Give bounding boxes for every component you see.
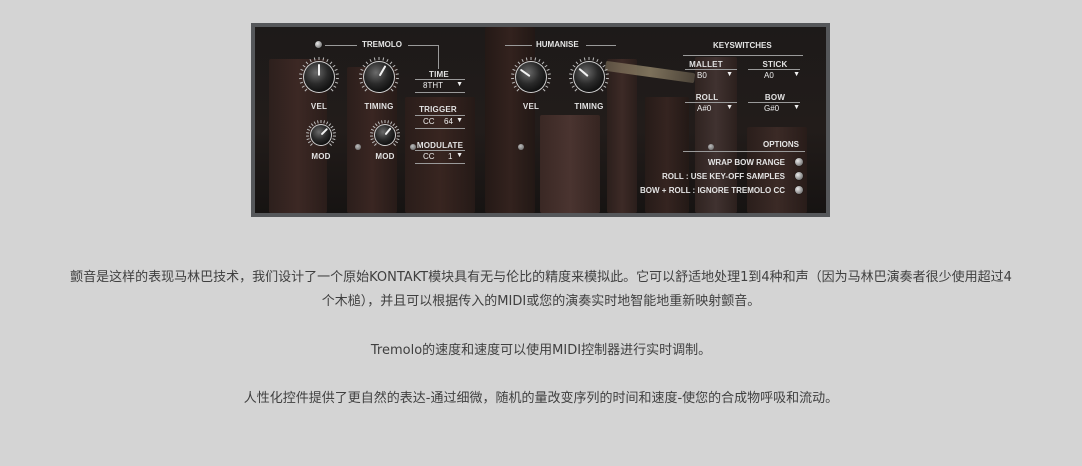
option-roll-key-off-toggle[interactable]	[795, 172, 803, 180]
humanise-vel-label: VEL	[522, 102, 540, 111]
chevron-down-icon: ▼	[456, 117, 463, 124]
description-line: 个木槌），并且可以根据传入的MIDI或您的演奏实时地智能地重新映射颤音。	[321, 294, 761, 309]
mallet-dropdown[interactable]: B0 ▼	[693, 70, 735, 82]
modulate-value: 1	[448, 152, 453, 161]
bow-dropdown[interactable]: G#0 ▼	[760, 103, 802, 115]
screw-icon	[708, 144, 714, 150]
modulate-dropdown[interactable]: CC 1 ▼	[415, 151, 465, 163]
tremolo-bracket-line	[408, 45, 438, 46]
tremolo-power-led[interactable]	[315, 41, 322, 48]
marimba-bar-image	[645, 97, 689, 213]
bow-label: BOW	[764, 93, 786, 102]
chevron-down-icon: ▼	[456, 81, 463, 88]
screw-icon	[355, 144, 361, 150]
tremolo-timing-label: TIMING	[364, 102, 394, 111]
tremolo-mod-knob[interactable]	[304, 118, 338, 152]
chevron-down-icon: ▼	[456, 152, 463, 159]
description-line: 颤音是这样的表现马林巴技术，我们设计了一个原始KONTAKT模块具有无与伦比的精…	[70, 270, 1012, 285]
screw-icon	[518, 144, 524, 150]
instrument-panel: TREMOLO VEL TIMING MOD MOD TIME 8THT ▼ T…	[255, 27, 826, 213]
tremolo-timing-mod-knob[interactable]	[368, 118, 402, 152]
humanise-vel-knob[interactable]	[509, 55, 553, 99]
chevron-down-icon: ▼	[726, 104, 733, 111]
tremolo-timing-mod-label: MOD	[375, 152, 395, 161]
bow-value: G#0	[764, 104, 780, 113]
stick-label: STICK	[762, 60, 788, 69]
time-divider	[415, 92, 465, 93]
tremolo-bracket-line	[325, 45, 357, 46]
stick-dropdown[interactable]: A0 ▼	[760, 70, 802, 82]
trigger-label: TRIGGER	[419, 105, 457, 114]
tremolo-vel-knob[interactable]	[297, 55, 341, 99]
option-bow-roll-ignore-label: BOW + ROLL : IGNORE TREMOLO CC	[640, 186, 785, 195]
tremolo-vel-label: VEL	[310, 102, 328, 111]
instrument-panel-frame: TREMOLO VEL TIMING MOD MOD TIME 8THT ▼ T…	[251, 23, 830, 217]
stick-value: A0	[764, 71, 774, 80]
tremolo-mod-label: MOD	[311, 152, 331, 161]
tremolo-title: TREMOLO	[362, 40, 402, 49]
roll-label: ROLL	[695, 93, 719, 102]
trigger-divider	[415, 128, 465, 129]
mallet-label: MALLET	[689, 60, 723, 69]
chevron-down-icon: ▼	[793, 71, 800, 78]
option-roll-key-off-label: ROLL : USE KEY-OFF SAMPLES	[662, 172, 785, 181]
chevron-down-icon: ▼	[726, 71, 733, 78]
humanise-title: HUMANISE	[536, 40, 579, 49]
option-wrap-bow-range-label: WRAP BOW RANGE	[707, 158, 785, 167]
time-label: TIME	[429, 70, 449, 79]
modulate-divider	[415, 163, 465, 164]
description-paragraph-2: Tremolo的速度和速度可以使用MIDI控制器进行实时调制。	[370, 343, 712, 358]
humanise-timing-knob[interactable]	[567, 55, 611, 99]
roll-value: A#0	[697, 104, 712, 113]
description-paragraph-1: 颤音是这样的表现马林巴技术，我们设计了一个原始KONTAKT模块具有无与伦比的精…	[0, 266, 1082, 314]
option-bow-roll-ignore-toggle[interactable]	[795, 186, 803, 194]
chevron-down-icon: ▼	[793, 104, 800, 111]
trigger-cc-label: CC	[423, 117, 435, 126]
option-wrap-bow-range-toggle[interactable]	[795, 158, 803, 166]
humanise-bracket-line	[586, 45, 616, 46]
time-dropdown[interactable]: 8THT ▼	[415, 80, 465, 92]
mallet-value: B0	[697, 71, 707, 80]
description-paragraph-3: 人性化控件提供了更自然的表达-通过细微，随机的量改变序列的时间和速度-使您的合成…	[243, 391, 839, 406]
roll-dropdown[interactable]: A#0 ▼	[693, 103, 735, 115]
tremolo-timing-knob[interactable]	[357, 55, 401, 99]
tremolo-bracket-line	[438, 45, 439, 69]
marimba-bar-image	[607, 59, 637, 213]
humanise-bracket-line	[505, 45, 532, 46]
keyswitches-title: KEYSWITCHES	[713, 41, 772, 50]
keyswitches-divider	[683, 55, 803, 56]
trigger-value: 64	[444, 117, 453, 126]
modulate-label: MODULATE	[416, 141, 464, 150]
options-divider	[683, 151, 805, 152]
trigger-dropdown[interactable]: CC 64 ▼	[415, 116, 465, 128]
modulate-cc-label: CC	[423, 152, 435, 161]
humanise-timing-label: TIMING	[574, 102, 604, 111]
time-value: 8THT	[423, 81, 443, 90]
options-title: OPTIONS	[763, 140, 800, 149]
marimba-bar-image	[540, 115, 600, 213]
